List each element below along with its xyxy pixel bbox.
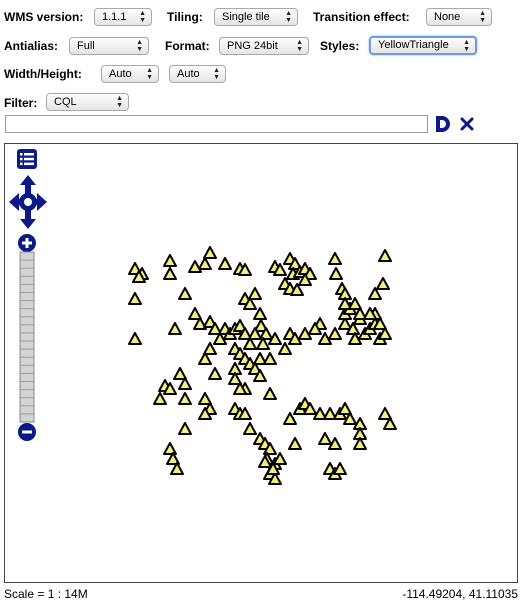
cursor-coordinates: -114.49204, 41.11035 <box>402 587 518 601</box>
feature-marker[interactable] <box>188 260 202 273</box>
select-arrows-icon: ▲ ▼ <box>139 10 146 24</box>
select-arrows-icon: ▲ ▼ <box>213 67 220 81</box>
select-arrows-icon: ▲ ▼ <box>116 95 123 109</box>
feature-marker[interactable] <box>168 322 182 335</box>
reset-filter-icon[interactable] <box>459 116 475 132</box>
scale-readout: Scale = 1 : 14M <box>4 587 88 601</box>
map-viewport[interactable] <box>4 143 518 583</box>
transition-effect-value: None <box>434 11 461 23</box>
feature-marker[interactable] <box>263 352 277 365</box>
features-layer <box>128 246 397 485</box>
styles-label: Styles: <box>320 39 360 53</box>
select-arrows-icon: ▲ ▼ <box>296 39 303 53</box>
width-height-label: Width/Height: <box>4 67 82 81</box>
feature-marker[interactable] <box>378 249 392 262</box>
height-value: Auto <box>177 68 200 80</box>
antialias-value: Full <box>77 40 95 52</box>
feature-marker[interactable] <box>163 267 177 280</box>
antialias-label: Antialias: <box>4 39 59 53</box>
select-arrows-icon: ▲ ▼ <box>285 10 292 24</box>
styles-select[interactable]: YellowTriangle ▲ ▼ <box>369 36 477 55</box>
feature-marker[interactable] <box>128 332 142 345</box>
feature-marker[interactable] <box>178 422 192 435</box>
filter-type-value: CQL <box>54 96 77 108</box>
styles-value: YellowTriangle <box>378 39 449 51</box>
feature-marker[interactable] <box>198 392 212 405</box>
format-select[interactable]: PNG 24bit ▲ ▼ <box>219 37 309 55</box>
feature-marker[interactable] <box>208 367 222 380</box>
select-arrows-icon: ▲ ▼ <box>136 39 143 53</box>
feature-marker[interactable] <box>263 387 277 400</box>
feature-marker[interactable] <box>328 252 342 265</box>
width-select[interactable]: Auto ▲ ▼ <box>101 65 159 83</box>
feature-marker[interactable] <box>243 422 257 435</box>
height-select[interactable]: Auto ▲ ▼ <box>169 65 226 83</box>
feature-marker[interactable] <box>318 432 332 445</box>
filter-type-select[interactable]: CQL ▲ ▼ <box>46 93 129 111</box>
feature-marker[interactable] <box>198 257 212 270</box>
feature-marker[interactable] <box>178 287 192 300</box>
feature-marker[interactable] <box>128 292 142 305</box>
select-arrows-icon: ▲ ▼ <box>479 10 486 24</box>
feature-marker[interactable] <box>163 442 177 455</box>
filter-expression-input[interactable] <box>5 115 428 133</box>
feature-marker[interactable] <box>173 367 187 380</box>
select-arrows-icon: ▲ ▼ <box>463 39 470 53</box>
tiling-select[interactable]: Single tile ▲ ▼ <box>214 8 298 26</box>
apply-filter-icon[interactable] <box>434 114 454 134</box>
zoom-bar[interactable] <box>17 234 37 444</box>
four-arrow-pan-icon[interactable] <box>8 174 48 230</box>
format-value: PNG 24bit <box>227 40 278 52</box>
feature-marker[interactable] <box>218 257 232 270</box>
select-arrows-icon: ▲ ▼ <box>146 67 153 81</box>
wms-version-label: WMS version: <box>4 10 84 24</box>
wms-version-select[interactable]: 1.1.1 ▲ ▼ <box>94 8 152 26</box>
feature-marker[interactable] <box>376 277 390 290</box>
width-value: Auto <box>109 68 132 80</box>
feature-marker[interactable] <box>203 246 217 259</box>
transition-effect-label: Transition effect: <box>313 10 410 24</box>
transition-effect-select[interactable]: None ▲ ▼ <box>426 8 492 26</box>
feature-marker[interactable] <box>248 287 262 300</box>
feature-marker[interactable] <box>188 307 202 320</box>
tiling-label: Tiling: <box>167 10 203 24</box>
feature-marker[interactable] <box>163 254 177 267</box>
feature-marker[interactable] <box>329 267 343 280</box>
wms-version-value: 1.1.1 <box>102 11 127 23</box>
tiling-value: Single tile <box>222 11 270 23</box>
filter-label: Filter: <box>4 96 38 110</box>
feature-marker[interactable] <box>378 407 392 420</box>
zoom-slider-track[interactable] <box>19 251 35 423</box>
list-icon[interactable] <box>17 149 37 169</box>
feature-marker[interactable] <box>178 392 192 405</box>
antialias-select[interactable]: Full ▲ ▼ <box>69 37 149 55</box>
feature-marker[interactable] <box>288 437 302 450</box>
format-label: Format: <box>165 39 210 53</box>
